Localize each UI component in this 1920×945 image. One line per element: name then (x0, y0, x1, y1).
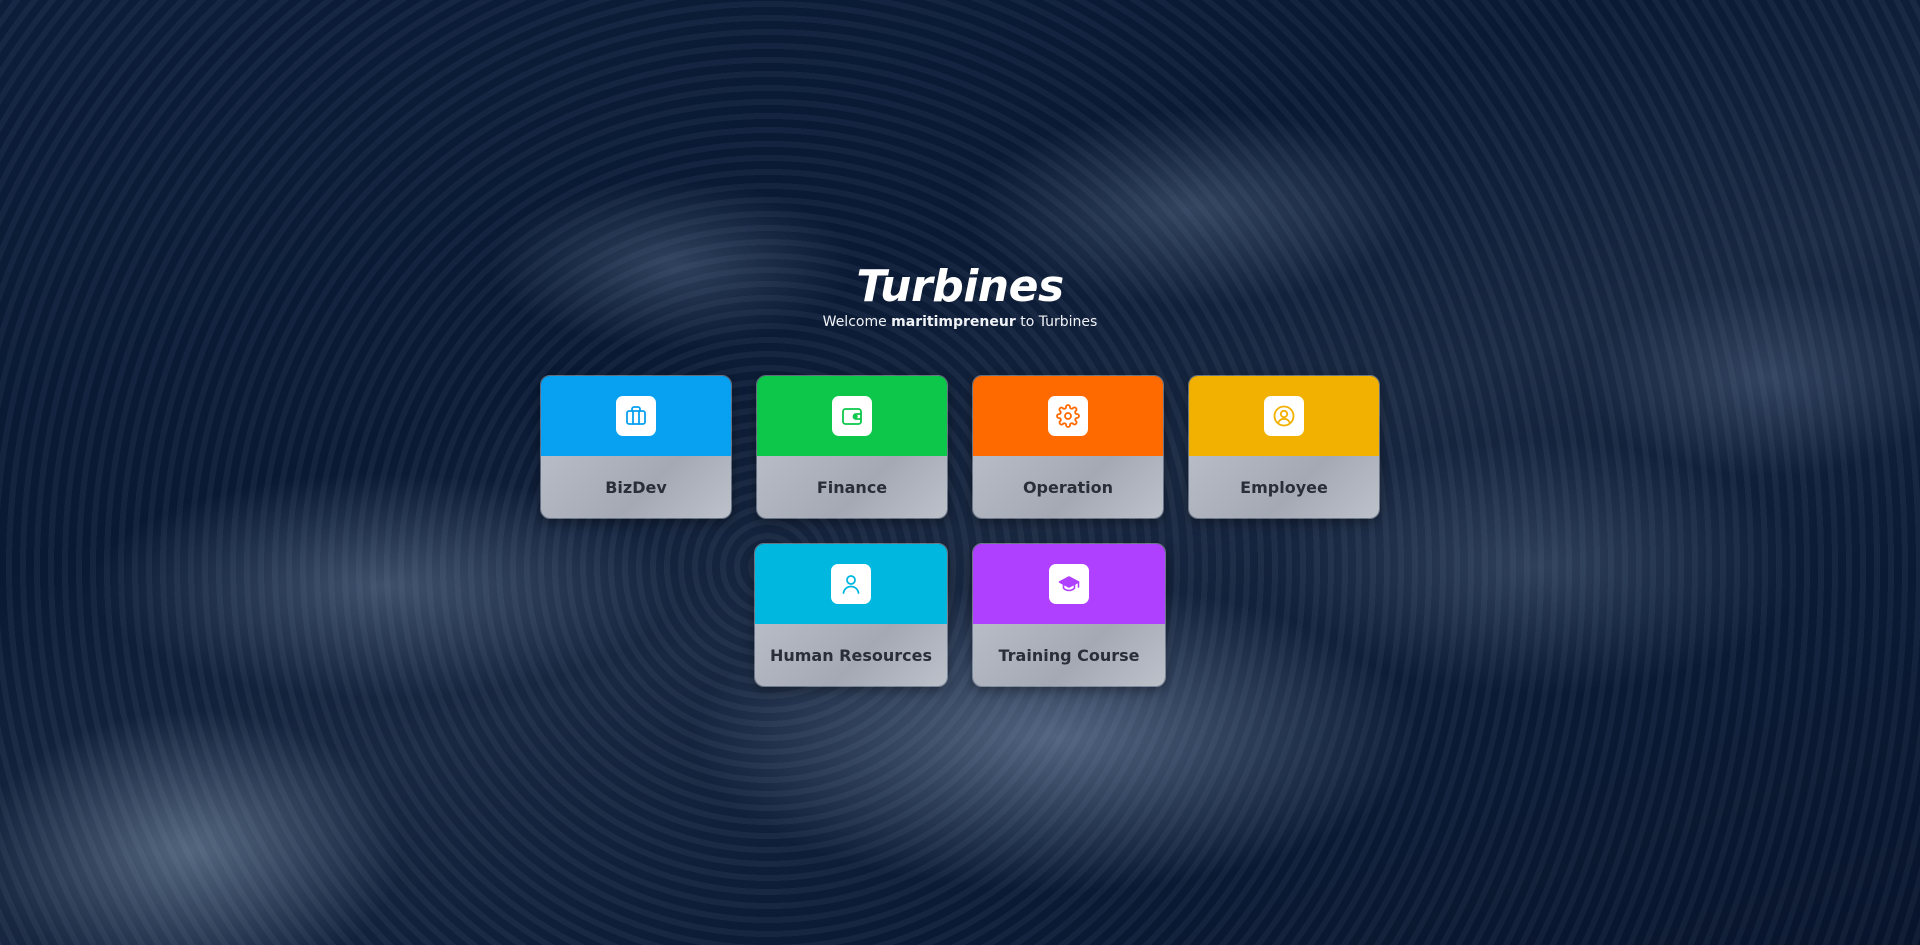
card-footer: Human Resources (755, 624, 947, 686)
card-footer: Training Course (973, 624, 1165, 686)
card-header (755, 544, 947, 624)
card-label: Human Resources (769, 645, 933, 665)
welcome-prefix: Welcome (822, 314, 892, 330)
module-row: Human Resources Training Course (540, 543, 1380, 687)
welcome-message: Welcome maritimpreneur to Turbines (0, 314, 1920, 330)
icon-container (1049, 564, 1089, 604)
module-grid: BizDev Finance Operation Employee Human … (540, 375, 1380, 711)
card-header (541, 376, 731, 456)
icon-container (616, 396, 656, 436)
module-card-bizdev[interactable]: BizDev (540, 375, 732, 519)
card-label: Training Course (998, 645, 1140, 665)
card-header (757, 376, 947, 456)
briefcase-icon (626, 406, 646, 425)
icon-container (832, 396, 872, 436)
card-footer: Finance (757, 456, 947, 518)
card-header (973, 544, 1165, 624)
icon-container (1264, 396, 1304, 436)
card-label: Employee (1240, 477, 1328, 497)
module-card-employee[interactable]: Employee (1188, 375, 1380, 519)
card-footer: Employee (1189, 456, 1379, 518)
card-header (973, 376, 1163, 456)
card-footer: BizDev (541, 456, 731, 518)
card-label: Finance (816, 477, 888, 497)
module-card-human-resources[interactable]: Human Resources (754, 543, 948, 687)
card-footer: Operation (973, 456, 1163, 518)
gear-icon (1056, 404, 1080, 428)
module-card-training-course[interactable]: Training Course (972, 543, 1166, 687)
page-header: Turbines Welcome maritimpreneur to Turbi… (0, 261, 1920, 331)
graduation-cap-icon (1058, 576, 1080, 592)
card-label: Operation (1022, 477, 1114, 497)
icon-container (1048, 396, 1088, 436)
page-title: Turbines (856, 261, 1064, 312)
user-circle-icon (1273, 405, 1295, 427)
icon-container (831, 564, 871, 604)
wallet-icon (842, 408, 862, 425)
card-label: BizDev (605, 477, 667, 497)
module-card-finance[interactable]: Finance (756, 375, 948, 519)
user-icon (842, 575, 860, 594)
welcome-suffix: to Turbines (1015, 314, 1098, 330)
module-row: BizDev Finance Operation Employee (540, 375, 1380, 519)
module-card-operation[interactable]: Operation (972, 375, 1164, 519)
username: maritimpreneur (891, 314, 1016, 330)
card-header (1189, 376, 1379, 456)
